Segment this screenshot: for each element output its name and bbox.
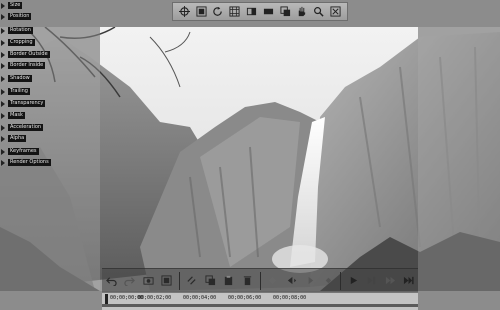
rotate-icon[interactable] <box>212 6 224 18</box>
crosshair-icon[interactable] <box>178 6 190 18</box>
zoom-icon[interactable] <box>313 6 325 18</box>
option-size[interactable]: Size <box>1 1 23 10</box>
timeline-ruler[interactable]: 00;00;00;00 00;00;02;00 00;00;04;00 00;0… <box>102 292 418 310</box>
fast-forward-icon[interactable] <box>384 274 396 287</box>
timeline-track[interactable] <box>102 304 418 307</box>
timecode-label: 00;00;06;00 <box>228 295 262 301</box>
preview-toolbar <box>172 2 348 21</box>
timecode-label: 00;00;04;00 <box>183 295 217 301</box>
fit-icon[interactable] <box>330 6 342 18</box>
option-label: Trailing <box>8 88 30 95</box>
expand-arrow-icon[interactable] <box>1 2 5 9</box>
option-label: Render Options <box>8 159 51 166</box>
option-acceleration[interactable]: Acceleration <box>1 123 44 132</box>
redo-icon[interactable] <box>123 274 136 287</box>
expand-arrow-icon[interactable] <box>1 39 5 46</box>
option-label: Mask <box>8 112 25 119</box>
expand-arrow-icon[interactable] <box>1 88 5 95</box>
option-border-inside[interactable]: Border Inside <box>1 61 46 70</box>
option-label: Cropping <box>8 39 35 46</box>
expand-arrow-icon[interactable] <box>1 100 5 107</box>
keyframe-remove-icon[interactable] <box>322 274 334 287</box>
separator <box>259 271 261 290</box>
option-transparency[interactable]: Transparency <box>1 99 46 108</box>
keyframe-next-icon[interactable] <box>303 274 315 287</box>
timeline-spacer <box>418 292 500 309</box>
hand-icon[interactable] <box>296 6 308 18</box>
option-border-outside[interactable]: Border Outside <box>1 50 50 59</box>
expand-arrow-icon[interactable] <box>1 62 5 69</box>
undo-icon[interactable] <box>105 274 117 287</box>
timecode-label: 00;00;08;00 <box>273 295 307 301</box>
option-label: Rotation <box>8 27 33 34</box>
expand-arrow-icon[interactable] <box>1 159 5 166</box>
option-shadow[interactable]: Shadow <box>1 74 32 83</box>
option-label: Acceleration <box>8 124 44 131</box>
crop-icon[interactable] <box>195 6 207 18</box>
option-label: Border Outside <box>8 51 50 58</box>
playback-controls <box>102 268 418 292</box>
rectangle-icon[interactable] <box>262 6 274 18</box>
option-label: Border Inside <box>8 62 46 69</box>
option-render-options[interactable]: Render Options <box>1 158 51 167</box>
expand-arrow-icon[interactable] <box>1 135 5 142</box>
expand-arrow-icon[interactable] <box>1 51 5 58</box>
option-mask[interactable]: Mask <box>1 111 25 120</box>
grid-icon[interactable] <box>229 6 241 18</box>
snapshot-icon[interactable] <box>142 274 154 287</box>
play-icon[interactable] <box>347 274 359 287</box>
option-label: Alpha <box>8 135 27 142</box>
delete-icon[interactable] <box>241 274 253 287</box>
option-position[interactable]: Position <box>1 12 32 21</box>
separator <box>340 271 342 290</box>
keyframe-add-icon[interactable] <box>267 274 279 287</box>
option-rotation[interactable]: Rotation <box>1 26 33 35</box>
paste-icon[interactable] <box>223 274 235 287</box>
expand-arrow-icon[interactable] <box>1 75 5 82</box>
keyframe-prev-icon[interactable] <box>285 274 297 287</box>
layers-icon[interactable] <box>279 6 291 18</box>
expand-arrow-icon[interactable] <box>1 27 5 34</box>
expand-arrow-icon[interactable] <box>1 112 5 119</box>
separator <box>178 271 180 290</box>
option-alpha[interactable]: Alpha <box>1 134 27 143</box>
link-icon[interactable] <box>186 274 198 287</box>
option-label: Keyframes <box>8 148 39 155</box>
option-label: Position <box>8 13 32 20</box>
option-label: Shadow <box>8 75 32 82</box>
frame-icon[interactable] <box>160 274 172 287</box>
option-label: Size <box>8 2 23 9</box>
expand-arrow-icon[interactable] <box>1 124 5 131</box>
expand-arrow-icon[interactable] <box>1 148 5 155</box>
video-preview[interactable] <box>0 27 500 291</box>
option-label: Transparency <box>8 100 46 107</box>
step-forward-icon[interactable] <box>366 274 378 287</box>
option-keyframes[interactable]: Keyframes <box>1 147 39 156</box>
panel-icon[interactable] <box>246 6 258 18</box>
end-icon[interactable] <box>403 274 415 287</box>
option-trailing[interactable]: Trailing <box>1 87 30 96</box>
timecode-label: 00;00;02;00 <box>138 295 172 301</box>
preview-image <box>0 27 500 291</box>
option-cropping[interactable]: Cropping <box>1 38 35 47</box>
copy-icon[interactable] <box>204 274 216 287</box>
expand-arrow-icon[interactable] <box>1 13 5 20</box>
